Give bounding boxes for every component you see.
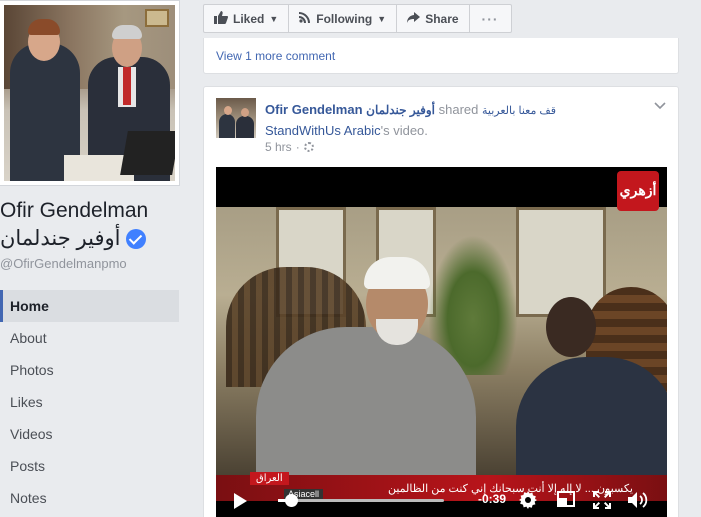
chevron-down-icon: ▼	[269, 13, 279, 24]
left-column: Ofir Gendelman أوفير جندلمان @OfirGendel…	[0, 0, 191, 517]
time-remaining: -0:39	[478, 492, 507, 506]
verified-badge-icon	[126, 228, 147, 249]
post-author-link[interactable]: Ofir Gendelman	[265, 102, 363, 117]
video-progress-handle[interactable]	[285, 494, 299, 507]
following-label: Following	[316, 11, 373, 26]
video-player[interactable]: يكسبون ... لا إله إلا أنت سبحانك إني كنت…	[216, 167, 667, 517]
meta-separator: ·	[295, 140, 300, 154]
page-title-arabic[interactable]: أوفير جندلمان	[0, 226, 147, 251]
share-label: Share	[425, 11, 459, 26]
main-column: Liked ▼ Following ▼ Share ··· View 1 mor…	[192, 0, 701, 517]
nav-item-photos[interactable]: Photos	[0, 354, 179, 386]
post-timestamp[interactable]: 5 hrs	[265, 140, 292, 154]
shared-text: shared	[438, 102, 479, 117]
nav-item-posts[interactable]: Posts	[0, 450, 179, 482]
liked-button[interactable]: Liked ▼	[203, 4, 290, 33]
video-progress-bar[interactable]	[278, 494, 444, 507]
thumbs-up-icon	[214, 10, 229, 27]
play-icon[interactable]	[234, 493, 247, 509]
nav-item-videos[interactable]: Videos	[0, 418, 179, 450]
comments-section: View 1 more comment	[203, 38, 679, 74]
settings-gear-icon[interactable]	[519, 491, 537, 509]
post-author-arabic[interactable]: أوفير جندلمان	[366, 103, 435, 117]
profile-photo	[4, 5, 175, 181]
rss-icon	[299, 11, 311, 26]
share-arrow-icon	[407, 11, 421, 26]
page-title[interactable]: Ofir Gendelman	[0, 199, 148, 223]
nav-item-about[interactable]: About	[0, 322, 179, 354]
chevron-down-icon: ▼	[377, 13, 387, 24]
shared-suffix: 's video.	[380, 123, 428, 138]
page-title-arabic-text[interactable]: أوفير جندلمان	[0, 226, 120, 251]
page-handle[interactable]: @OfirGendelmanpmo	[0, 256, 127, 271]
share-button[interactable]: Share	[396, 4, 470, 33]
following-button[interactable]: Following ▼	[288, 4, 398, 33]
channel-logo: أزهري	[617, 171, 659, 211]
post-author-avatar[interactable]	[216, 98, 256, 138]
page-action-bar: Liked ▼ Following ▼ Share ···	[203, 4, 512, 33]
post-options-chevron-icon[interactable]	[654, 99, 666, 111]
more-options-button[interactable]: ···	[468, 4, 512, 33]
page-nav: Home About Photos Likes Videos Posts Not…	[0, 290, 179, 514]
fullscreen-icon[interactable]	[593, 491, 611, 509]
audience-globe-icon[interactable]	[303, 142, 314, 152]
post-card: Ofir Gendelman أوفير جندلمان shared قف م…	[203, 86, 679, 517]
nav-item-likes[interactable]: Likes	[0, 386, 179, 418]
post-meta: 5 hrs ·	[265, 140, 314, 154]
shared-page-link[interactable]: StandWithUs Arabic	[265, 123, 381, 138]
profile-picture[interactable]	[0, 0, 180, 186]
video-frame: يكسبون ... لا إله إلا أنت سبحانك إني كنت…	[216, 207, 667, 501]
view-more-comments-link[interactable]: View 1 more comment	[216, 49, 335, 63]
volume-icon[interactable]	[628, 491, 650, 509]
post-header: Ofir Gendelman أوفير جندلمان shared قف م…	[265, 100, 645, 140]
liked-label: Liked	[233, 11, 265, 26]
theater-mode-icon[interactable]	[557, 491, 575, 507]
nav-item-notes[interactable]: Notes	[0, 482, 179, 514]
video-controls: -0:39	[216, 483, 667, 517]
shared-page-arabic-link[interactable]: قف معنا بالعربية	[482, 105, 556, 117]
nav-item-home[interactable]: Home	[0, 290, 179, 322]
